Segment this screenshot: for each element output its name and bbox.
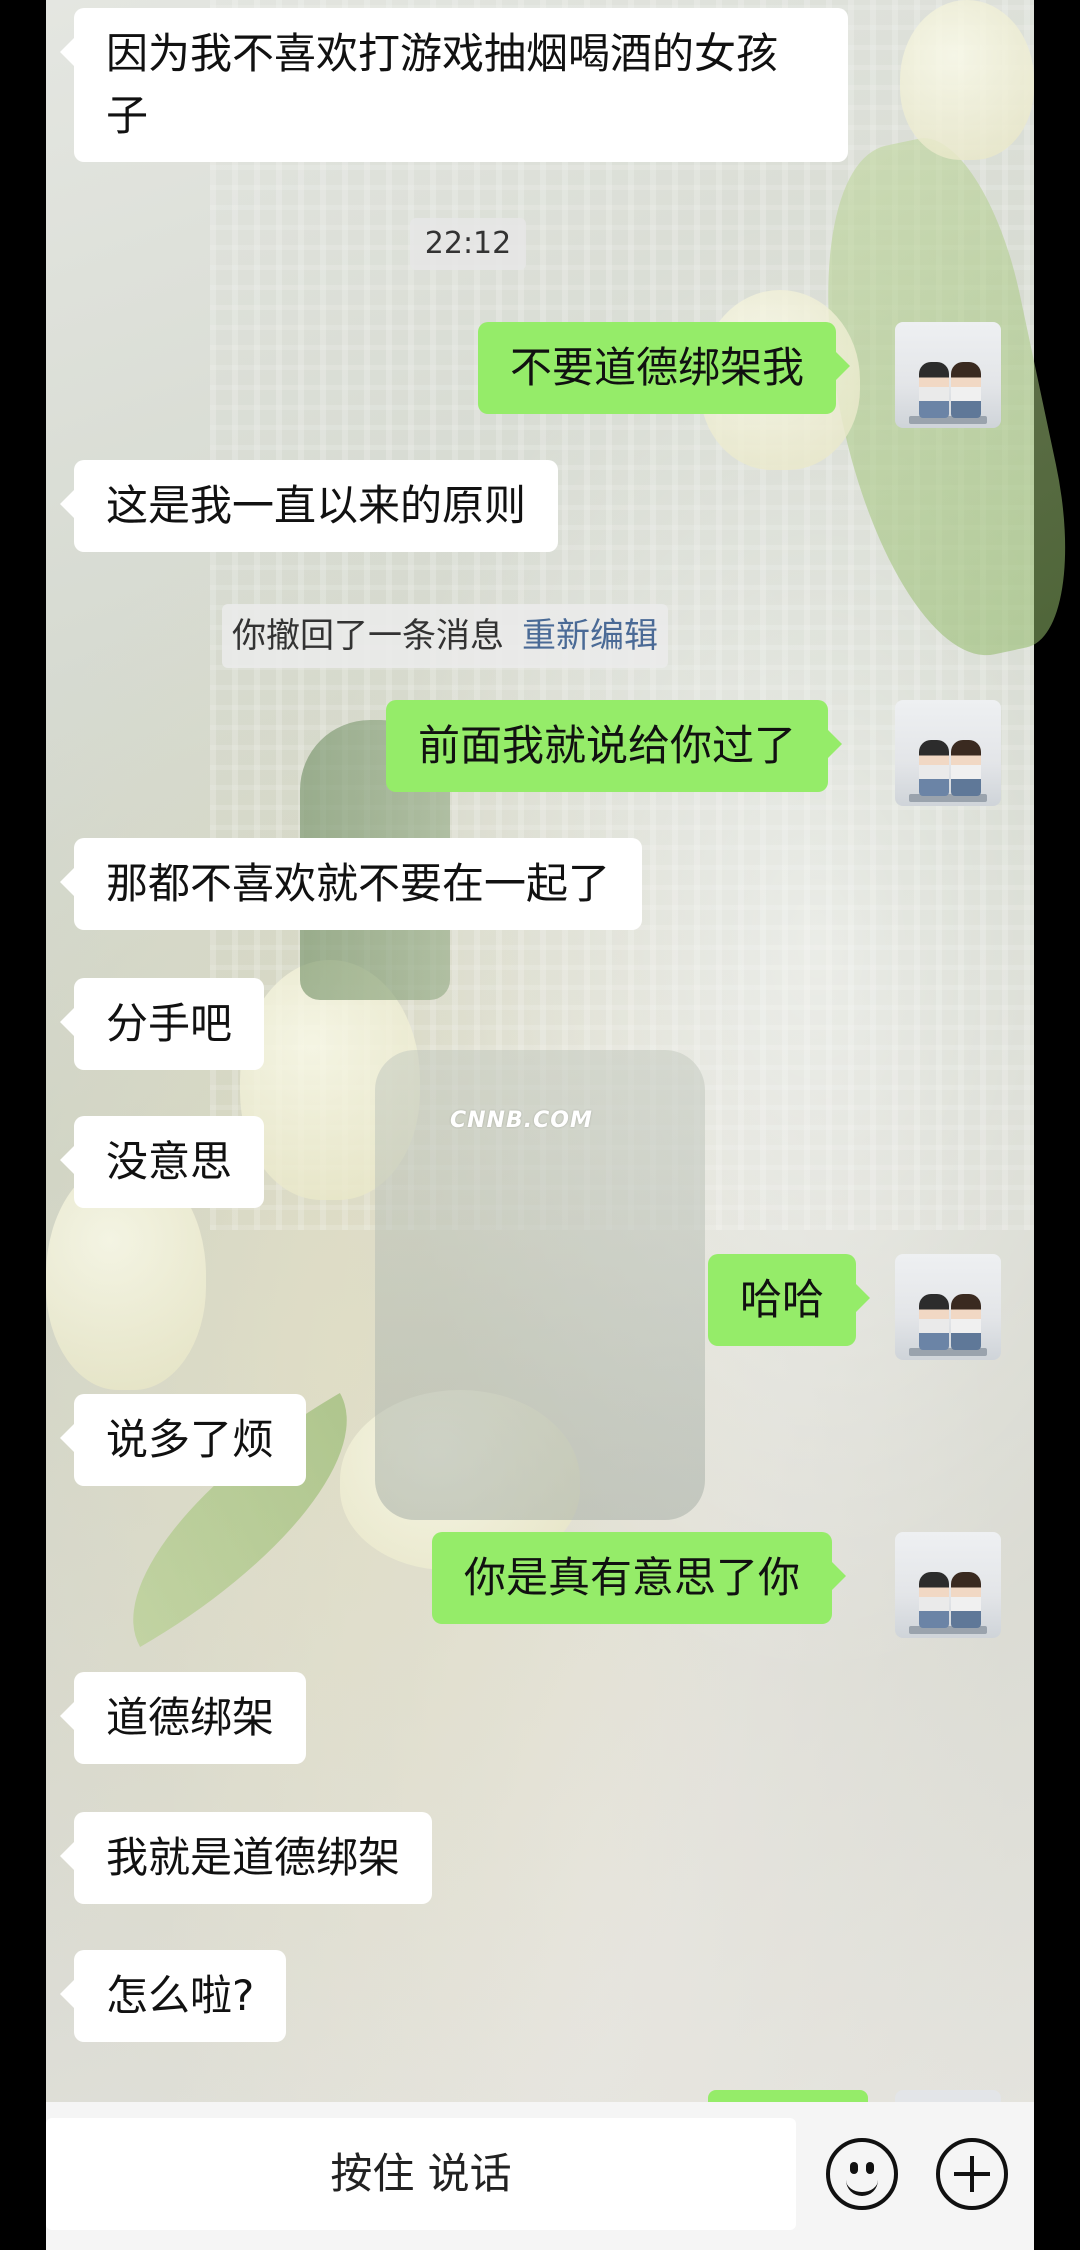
received-message[interactable]: 我就是道德绑架 <box>59 1812 433 1904</box>
background-tulip <box>900 0 1034 160</box>
recall-notice: 你撤回了一条消息 重新编辑 <box>222 604 668 668</box>
my-avatar[interactable] <box>895 700 1001 806</box>
my-avatar[interactable] <box>895 1254 1001 1360</box>
sent-message[interactable]: 不要道德绑架我 <box>478 322 851 414</box>
received-message[interactable]: 因为我不喜欢打游戏抽烟喝酒的女孩子 <box>60 8 848 162</box>
received-message[interactable]: 这是我一直以来的原则 <box>59 460 559 552</box>
received-message[interactable]: 那都不喜欢就不要在一起了 <box>59 838 643 930</box>
sent-message[interactable]: 你是真有意思了你 <box>432 1532 847 1624</box>
hold-to-talk-button[interactable]: 按住 说话 <box>46 2118 796 2230</box>
watermark: CNNB.COM <box>450 1108 593 1133</box>
my-avatar[interactable] <box>895 322 1001 428</box>
sent-message[interactable]: 前面我就说给你过了 <box>386 700 843 792</box>
recall-text: 你撤回了一条消息 <box>232 616 504 656</box>
re-edit-link[interactable]: 重新编辑 <box>522 616 658 656</box>
received-message[interactable]: 怎么啦? <box>59 1950 287 2042</box>
input-bar: 按住 说话 <box>46 2102 1034 2250</box>
received-message[interactable]: 说多了烦 <box>59 1394 307 1486</box>
received-message[interactable]: 分手吧 <box>59 978 265 1070</box>
received-message[interactable]: 道德绑架 <box>59 1672 307 1764</box>
received-message[interactable]: 没意思 <box>59 1116 265 1208</box>
sent-message[interactable]: 哈哈 <box>708 1254 871 1346</box>
timestamp: 22:12 <box>410 218 526 270</box>
my-avatar[interactable] <box>895 1532 1001 1638</box>
plus-icon[interactable] <box>936 2138 1008 2210</box>
emoji-icon[interactable] <box>826 2138 898 2210</box>
